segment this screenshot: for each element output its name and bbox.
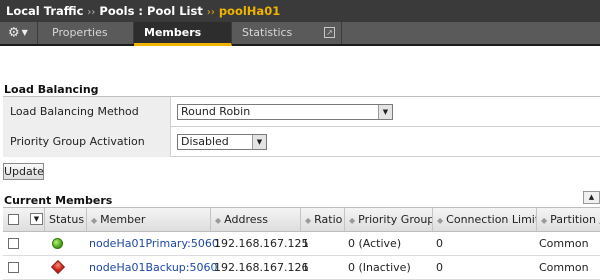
chevron-down-icon[interactable]: ▼ [378, 105, 392, 119]
column-header-address[interactable]: ◆ Address [211, 208, 301, 231]
member-ratio: 1 [302, 237, 309, 250]
sort-icon: ◆ [305, 216, 312, 225]
column-header-priority-group[interactable]: ◆ Priority Group [345, 208, 433, 231]
sort-icon: ◆ [437, 216, 444, 225]
priority-group-activation-row: Priority Group Activation Disabled ▼ [3, 127, 600, 157]
load-balancing-method-label: Load Balancing Method [3, 97, 171, 127]
breadcrumb-current-pool: poolHa01 [218, 4, 281, 18]
column-header-ratio-label: Ratio [314, 213, 343, 226]
column-header-address-label: Address [224, 213, 268, 226]
update-button[interactable]: Update [3, 163, 44, 180]
status-offline-icon [50, 259, 66, 275]
member-link[interactable]: nodeHa01Backup:5060 [89, 256, 217, 279]
row-checkbox[interactable] [8, 238, 19, 249]
column-header-priority-group-label: Priority Group [358, 213, 433, 226]
external-link-icon[interactable]: ↗ [324, 27, 335, 38]
breadcrumb: Local Traffic ›› Pools : Pool List ›› poolHa… [6, 4, 280, 18]
expand-icon[interactable]: ▲ [583, 191, 600, 204]
member-connection-limit: 0 [436, 237, 443, 250]
chevron-down-icon[interactable]: ▼ [252, 135, 266, 149]
member-ratio: 1 [302, 261, 309, 274]
row-checkbox[interactable] [8, 262, 19, 273]
column-header-member-label: Member [100, 213, 146, 226]
tab-statistics[interactable]: Statistics ↗ [232, 22, 342, 44]
member-partition: Common [539, 237, 589, 250]
gear-menu-button[interactable]: ⚙ ▼ [0, 22, 38, 44]
column-header-partition[interactable]: ◆ Partition / [537, 208, 600, 231]
column-header-ratio[interactable]: ◆ Ratio [301, 208, 345, 231]
gear-icon: ⚙ [8, 25, 20, 41]
priority-group-activation-select[interactable]: Disabled ▼ [177, 134, 267, 150]
table-header: ▼ Status ◆ Member ◆ Address ◆ Ratio ◆ Priori… [3, 207, 600, 232]
member-priority-group: 0 (Inactive) [348, 261, 411, 274]
breadcrumb-separator: ›› [206, 7, 215, 18]
breadcrumb-bar: Local Traffic ›› Pools : Pool List ›› poolHa… [0, 0, 600, 22]
chevron-down-icon: ▼ [21, 28, 28, 37]
member-priority-group: 0 (Active) [348, 237, 402, 250]
members-table: ▼ Status ◆ Member ◆ Address ◆ Ratio ◆ Priori… [3, 207, 600, 280]
tab-statistics-label: Statistics [242, 26, 293, 39]
load-balancing-method-select[interactable]: Round Robin ▼ [177, 104, 393, 120]
member-address: 192.168.167.126 [214, 261, 309, 274]
current-members-title: Current Members [4, 194, 113, 207]
sort-icon: ◆ [349, 216, 356, 225]
table-row: nodeHa01Primary:5060 192.168.167.125 1 0… [3, 232, 600, 256]
member-address: 192.168.167.125 [214, 237, 309, 250]
breadcrumb-pool-list[interactable]: Pools : Pool List [99, 4, 202, 18]
sort-icon: ◆ [541, 216, 548, 225]
column-header-connection-limit-label: Connection Limit [446, 213, 537, 226]
chevron-down-icon[interactable]: ▼ [30, 213, 43, 225]
tab-bar: ⚙ ▼ Properties Members Statistics ↗ [0, 22, 600, 46]
select-column-header: ▼ [3, 208, 45, 231]
column-header-connection-limit[interactable]: ◆ Connection Limit [433, 208, 537, 231]
priority-group-activation-label: Priority Group Activation [3, 127, 171, 157]
column-header-member[interactable]: ◆ Member [87, 208, 211, 231]
status-available-icon [52, 238, 63, 249]
load-balancing-method-value: Round Robin [181, 105, 251, 118]
priority-group-activation-value: Disabled [181, 135, 229, 148]
table-row: nodeHa01Backup:5060 192.168.167.126 1 0 … [3, 256, 600, 280]
load-balancing-table: Load Balancing Method Round Robin ▼ Prio… [3, 96, 600, 157]
breadcrumb-separator: ›› [87, 7, 96, 18]
sort-icon: ◆ [91, 216, 98, 225]
member-partition: Common [539, 261, 589, 274]
tab-members[interactable]: Members [134, 22, 232, 46]
sort-icon: ◆ [215, 216, 222, 225]
tab-properties[interactable]: Properties [38, 22, 134, 44]
breadcrumb-local-traffic[interactable]: Local Traffic [6, 4, 83, 18]
load-balancing-method-row: Load Balancing Method Round Robin ▼ [3, 97, 600, 127]
member-connection-limit: 0 [436, 261, 443, 274]
column-header-partition-label: Partition / [550, 213, 600, 226]
column-header-status[interactable]: Status [45, 208, 87, 231]
member-link[interactable]: nodeHa01Primary:5060 [89, 232, 219, 255]
select-all-checkbox[interactable] [8, 214, 19, 225]
load-balancing-title: Load Balancing [4, 83, 99, 96]
